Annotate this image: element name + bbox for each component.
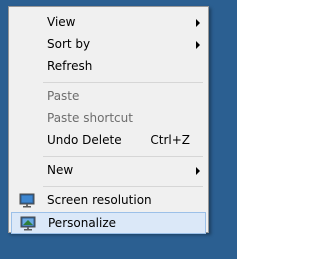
menu-item-sort-by[interactable]: Sort by bbox=[11, 34, 206, 56]
submenu-arrow-icon bbox=[196, 167, 200, 175]
menu-item-label: Paste bbox=[47, 89, 80, 103]
menu-item-label: Paste shortcut bbox=[47, 111, 133, 125]
menu-item-paste[interactable]: Paste bbox=[11, 86, 206, 108]
menu-item-label: View bbox=[47, 15, 76, 29]
menu-item-label: Refresh bbox=[47, 59, 93, 73]
menu-item-label: Sort by bbox=[47, 37, 91, 51]
menu-item-view[interactable]: View bbox=[11, 12, 206, 34]
menu-item-label: Personalize bbox=[48, 216, 117, 230]
menu-item-shortcut: Ctrl+Z bbox=[150, 133, 190, 147]
menu-item-refresh[interactable]: Refresh bbox=[11, 56, 206, 78]
menu-item-label: Undo Delete bbox=[47, 133, 122, 147]
menu-separator bbox=[43, 82, 203, 83]
menu-separator bbox=[43, 186, 203, 187]
context-menu: View Sort by Refresh Paste Paste shortcu… bbox=[8, 6, 209, 234]
menu-item-label: New bbox=[47, 163, 74, 177]
submenu-arrow-icon bbox=[196, 19, 200, 27]
screen-resolution-icon bbox=[19, 193, 35, 208]
menu-item-undo-delete[interactable]: Undo Delete Ctrl+Z bbox=[11, 130, 206, 152]
personalize-icon bbox=[20, 216, 36, 231]
menu-separator bbox=[43, 156, 203, 157]
menu-item-paste-shortcut[interactable]: Paste shortcut bbox=[11, 108, 206, 130]
menu-item-screen-resolution[interactable]: Screen resolution bbox=[11, 190, 206, 212]
menu-item-label: Screen resolution bbox=[47, 193, 152, 207]
menu-item-personalize[interactable]: Personalize bbox=[11, 212, 206, 234]
submenu-arrow-icon bbox=[196, 41, 200, 49]
menu-item-new[interactable]: New bbox=[11, 160, 206, 182]
